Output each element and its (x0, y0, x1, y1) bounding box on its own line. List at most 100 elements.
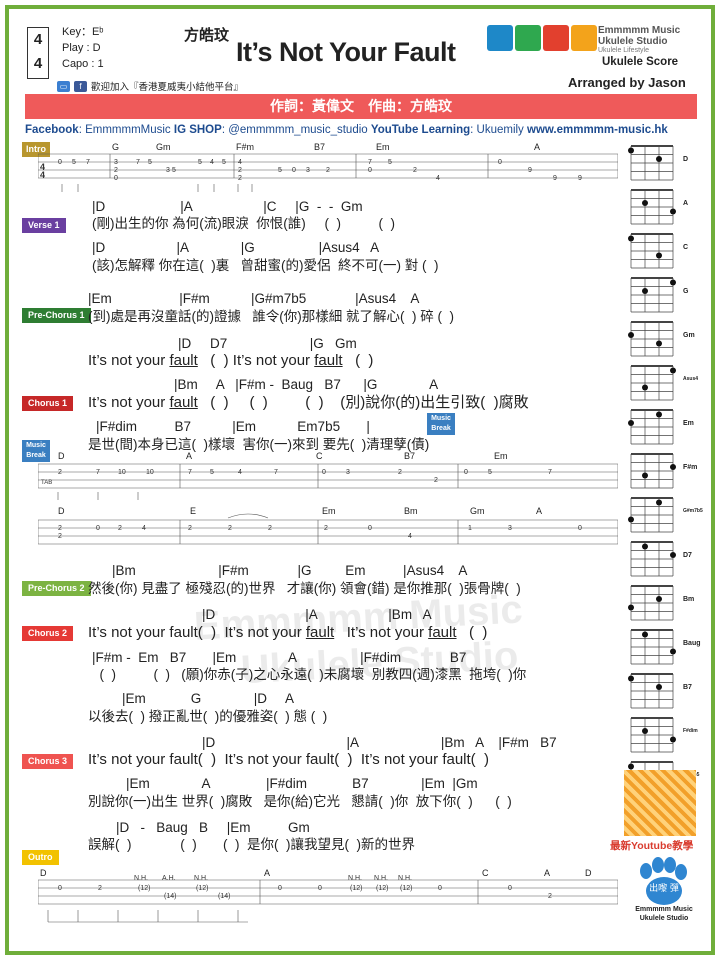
lyric-line: 別說你(一)出生 世界( )腐敗 是你(給)它光 懇請( )你 放下你( ) (… (88, 794, 512, 809)
svg-text:N.H.: N.H. (134, 875, 148, 882)
ig-value[interactable]: : @emmmmm_music_studio (222, 124, 371, 136)
svg-text:5: 5 (198, 159, 202, 166)
facebook-value[interactable]: : EmmmmmMusic (79, 124, 174, 136)
brand-logo (487, 25, 597, 51)
svg-text:2: 2 (413, 167, 417, 174)
facebook-icon[interactable]: f (74, 80, 87, 92)
svg-text:2: 2 (326, 167, 330, 174)
section-tag-verse1: Verse 1 (22, 218, 66, 233)
svg-text:2: 2 (58, 533, 62, 540)
break-chord: C (316, 451, 323, 461)
lyric-line: 以後去( ) 撥正亂世( )的優雅姿( ) 態 ( ) (88, 709, 328, 724)
lyric-segment: ( ) ( ) ( ) (別)說你(的)出生引致( )腐敗 (197, 394, 529, 411)
svg-text:10: 10 (146, 469, 154, 476)
break-chord: B7 (404, 451, 416, 461)
chord-line: |Em G |D A (122, 691, 295, 706)
brand-tagline: Ukulele Lifestyle (598, 47, 649, 54)
chord-diagram: A (627, 186, 701, 227)
lyric-segment: It’s not your (88, 394, 170, 411)
youtube-value[interactable]: : Ukuemily (470, 124, 527, 136)
svg-text:TAB: TAB (41, 480, 52, 486)
logo-block-guitar (543, 25, 569, 51)
chord-name: D (683, 156, 689, 163)
chord-grid (628, 145, 674, 181)
section-tag-outro: Outro (22, 850, 59, 865)
social-links: Facebook: EmmmmmMusic IG SHOP: @emmmmm_m… (25, 124, 668, 136)
svg-text:2: 2 (268, 525, 272, 532)
chord-grid (630, 277, 676, 313)
section-tag-chorus1: Chorus 1 (22, 396, 74, 411)
lyric-line: 然後(你) 見盡了 極殘忍(的)世界 才讓(你) 領會(錯) 是你推那( )張骨… (88, 581, 521, 596)
paw-logo-icon: 出嚟 彈 (640, 857, 687, 905)
lyric-line: It’s not your fault ( ) ( ) ( ) (別)說你(的)… (88, 395, 529, 411)
lyric-line: (剛)出生的你 為何(流)眼淚 你恨(誰) ( ) ( ) (92, 216, 395, 231)
time-signature: 4 4 (27, 27, 49, 79)
svg-text:4: 4 (142, 525, 146, 532)
svg-text:4: 4 (408, 533, 412, 540)
chord-diagram: F#dim (627, 714, 701, 755)
lyric-line: It’s not your fault ( ) It’s not your fa… (88, 353, 373, 369)
svg-text:7: 7 (274, 469, 278, 476)
lyric-segment: ( ) (342, 352, 374, 369)
svg-text:0: 0 (58, 159, 62, 166)
chord-name: C (683, 244, 689, 251)
group-note: ▭ f 歡迎加入『香港夏威夷小結他平台』 (57, 79, 243, 93)
break-tab-staff-1: TAB 2 7 10 10 7 5 4 7 0 3 2 2 0 5 7 (38, 463, 618, 500)
svg-text:9: 9 (528, 167, 532, 174)
break-chord: Gm (470, 506, 485, 516)
chord-grid (630, 189, 676, 225)
chord-grid (628, 497, 674, 533)
chord-name: F#m (683, 464, 698, 471)
lyric-line: (該)怎解釋 你在這( )裏 曾甜蜜(的)愛侶 終不可(一) 對 ( ) (92, 258, 439, 273)
svg-text:4: 4 (238, 469, 242, 476)
logo-block-cat (515, 25, 541, 51)
chord-name: Em (683, 420, 694, 427)
lyric-line: It’s not your fault( ) It’s not your fau… (88, 625, 487, 641)
qr-label: 最新Youtube教學 (610, 840, 694, 852)
svg-text:2: 2 (188, 525, 192, 532)
chord-name: Bm (683, 596, 695, 603)
lyric-segment-underlined: fault (428, 624, 457, 641)
chord-diagram: G (627, 274, 701, 315)
svg-text:2: 2 (324, 525, 328, 532)
svg-text:0: 0 (292, 167, 296, 174)
chord-line: |D |A |Bm A (202, 607, 432, 622)
lyric-line: 誤解( ) ( ) ( ) 是你( )讓我望見( )新的世界 (88, 837, 415, 852)
svg-text:(12): (12) (138, 885, 150, 892)
chord-line: |Bm |F#m |G Em |Asus4 A (112, 563, 468, 578)
song-meta: Key：Eᵇ Play : D Capo : 1 (62, 24, 104, 72)
intro-chord: Gm (156, 142, 171, 152)
chord-diagram: C (627, 230, 701, 271)
svg-text:4: 4 (238, 159, 242, 166)
outro-chord: D (40, 868, 47, 878)
outro-chord: A (264, 868, 271, 878)
svg-text:2: 2 (98, 885, 102, 892)
lyric-segment: ( ) (456, 624, 488, 641)
svg-text:0: 0 (508, 885, 512, 892)
lyric-segment: It’s not your fault( ) It’s not your (88, 624, 306, 641)
outro-chord: A (544, 868, 551, 878)
lyric-line: 是世(間)本身已這( )樣壞 害你(一)來到 要先( )清理孽(債) (88, 437, 430, 452)
svg-text:N.H.: N.H. (374, 875, 388, 882)
website-link[interactable]: www.emmmmm-music.hk (527, 124, 668, 136)
svg-text:5: 5 (148, 159, 152, 166)
chat-icon[interactable]: ▭ (57, 80, 70, 92)
outro-chord: D (585, 868, 592, 878)
youtube-label: YouTube Learning (370, 124, 471, 136)
svg-text:N.H.: N.H. (398, 875, 412, 882)
youtube-qr-code[interactable] (624, 770, 696, 836)
chord-line: |Em |F#m |G#m7b5 |Asus4 A (88, 291, 420, 306)
chord-diagram: Asus4 (627, 362, 701, 403)
chord-name: Baug (683, 640, 701, 647)
svg-text:N.H.: N.H. (348, 875, 362, 882)
svg-text:0: 0 (58, 885, 62, 892)
lyric-segment-underlined: fault (314, 352, 343, 369)
lyric-line: (到)處是再沒童話(的)證據 誰令(你)那樣細 就了解心( ) 碎 ( ) (88, 309, 454, 324)
svg-text:10: 10 (118, 469, 126, 476)
svg-text:5: 5 (222, 159, 226, 166)
section-tag-prechorus2: Pre-Chorus 2 (22, 581, 91, 596)
svg-text:7: 7 (188, 469, 192, 476)
svg-text:3: 3 (346, 469, 350, 476)
capo-label: Capo : 1 (62, 58, 104, 70)
time-sig-top: 4 (33, 31, 43, 48)
